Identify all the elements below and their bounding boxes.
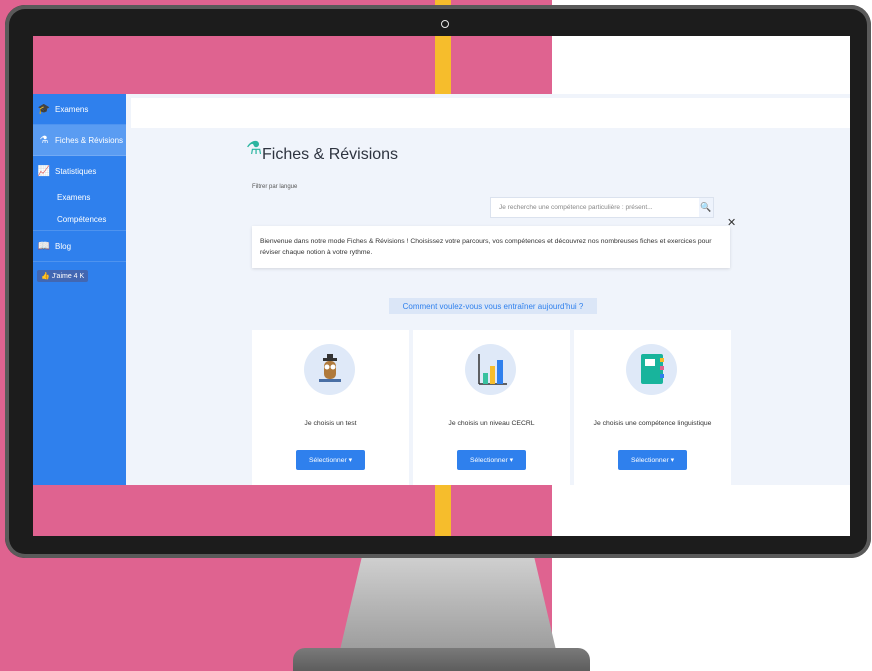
monitor-frame: 🎓 Examens ⚗ Fiches & Révisions 📈 Statist…	[5, 5, 871, 558]
filter-label[interactable]: Filtrer par langue	[252, 184, 297, 190]
close-icon[interactable]: ✕	[727, 216, 736, 229]
card-label: Je choisis une compétence linguistique	[593, 420, 712, 427]
bar-chart-icon	[465, 344, 516, 395]
monitor-screen: 🎓 Examens ⚗ Fiches & Révisions 📈 Statist…	[33, 36, 850, 536]
choice-cards: Je choisis un test Sélectionner ▾ Je cho…	[252, 330, 731, 490]
question-heading: Comment voulez-vous vous entraîner aujou…	[389, 298, 597, 314]
welcome-banner: Bienvenue dans notre mode Fiches & Révis…	[252, 226, 730, 268]
search-input[interactable]: Je recherche une compétence particulière…	[491, 204, 699, 211]
flask-icon: ⚗	[246, 138, 263, 158]
thumbs-up-icon: 👍	[41, 273, 50, 280]
card-cecrl: Je choisis un niveau CECRL Sélectionner …	[413, 330, 570, 490]
chart-line-icon: 📈	[37, 165, 51, 177]
screen-background-stripe	[435, 485, 451, 536]
select-test-button[interactable]: Sélectionner ▾	[296, 450, 365, 470]
select-cecrl-button[interactable]: Sélectionner ▾	[457, 450, 526, 470]
sidebar: 🎓 Examens ⚗ Fiches & Révisions 📈 Statist…	[33, 94, 126, 485]
screen-background-pink	[33, 36, 552, 94]
owl-graduate-icon	[304, 344, 355, 395]
screen-background-pink	[33, 485, 552, 536]
search-icon[interactable]: 🔍	[699, 198, 713, 217]
sidebar-item-statistiques[interactable]: 📈 Statistiques	[33, 156, 126, 186]
graduation-cap-icon: 🎓	[37, 103, 51, 115]
flask-icon: ⚗	[39, 134, 49, 146]
screen-background-stripe	[435, 36, 451, 94]
card-label: Je choisis un test	[304, 420, 357, 427]
camera-icon	[441, 20, 449, 28]
screen-background-white	[552, 36, 850, 94]
app-window: 🎓 Examens ⚗ Fiches & Révisions 📈 Statist…	[33, 94, 850, 490]
main-content: ⚗ Fiches & Révisions Filtrer par langue …	[131, 128, 850, 490]
sidebar-subitem-competences[interactable]: Compétences	[33, 208, 126, 231]
notebook-icon	[626, 344, 677, 395]
sidebar-item-label: Fiches & Révisions	[55, 135, 124, 145]
screen-background-white	[552, 485, 850, 536]
page-title: Fiches & Révisions	[262, 146, 399, 163]
sidebar-item-blog[interactable]: 📖 Blog	[33, 231, 126, 262]
sidebar-item-fiches[interactable]: ⚗ Fiches & Révisions	[33, 125, 126, 156]
sidebar-item-label: Blog	[55, 241, 72, 251]
search-box[interactable]: Je recherche une compétence particulière…	[490, 197, 714, 218]
sidebar-item-label: Examens	[55, 104, 89, 114]
card-competence: Je choisis une compétence linguistique S…	[574, 330, 731, 490]
card-label: Je choisis un niveau CECRL	[448, 420, 535, 427]
sidebar-item-examens[interactable]: 🎓 Examens	[33, 94, 126, 125]
card-test: Je choisis un test Sélectionner ▾	[252, 330, 409, 490]
book-icon: 📖	[37, 240, 51, 252]
monitor-stand	[340, 558, 556, 650]
monitor-base	[293, 648, 590, 671]
select-competence-button[interactable]: Sélectionner ▾	[618, 450, 687, 470]
sidebar-item-label: Statistiques	[55, 166, 97, 176]
facebook-like-button[interactable]: 👍 J'aime 4 K	[37, 270, 89, 282]
top-bar	[131, 98, 850, 128]
sidebar-subitem-examens[interactable]: Examens	[33, 186, 126, 208]
